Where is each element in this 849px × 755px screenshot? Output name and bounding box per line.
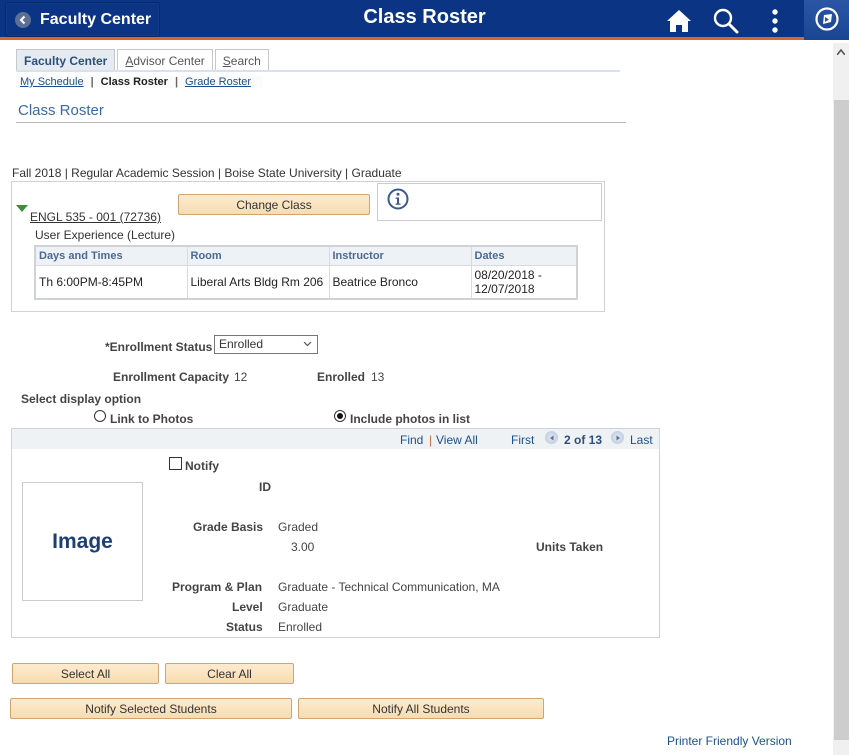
my-schedule-link[interactable]: My Schedule <box>16 76 88 88</box>
first-link[interactable]: First <box>511 433 534 447</box>
current-page-class-roster: Class Roster <box>100 76 168 88</box>
grade-basis-value: Graded <box>278 520 319 534</box>
info-panel <box>377 183 602 221</box>
units-value: 3.00 <box>291 540 315 554</box>
tab-bar: Faculty Center Advisor Center Search <box>16 49 271 71</box>
column-header: Dates <box>470 245 578 266</box>
enrollment-capacity-label: Enrollment Capacity <box>113 370 230 384</box>
section-title: Class Roster <box>18 102 104 119</box>
grade-roster-link[interactable]: Grade Roster <box>181 76 255 88</box>
enrolled-value: 13 <box>371 370 385 384</box>
separator: | <box>429 433 433 447</box>
term-info: Fall 2018 | Regular Academic Session | B… <box>12 166 402 180</box>
table-row: Th 6:00PM-8:45PM Liberal Arts Bldg Rm 20… <box>34 264 578 300</box>
enrollment-capacity-value: 12 <box>234 370 248 384</box>
chevron-left-icon <box>15 11 31 28</box>
search-icon[interactable] <box>713 8 739 34</box>
display-option-label: Select display option <box>21 392 142 406</box>
scrollbar-thumb[interactable] <box>834 100 849 740</box>
notify-selected-button[interactable]: Notify Selected Students <box>10 698 292 719</box>
info-icon[interactable] <box>387 188 409 213</box>
separator: | <box>174 76 179 88</box>
photo-placeholder-text: Image <box>52 529 113 553</box>
enrollment-status-label: *Enrollment Status <box>105 340 213 354</box>
enrolled-label: Enrolled <box>317 370 366 384</box>
days-times-cell: Th 6:00PM-8:45PM <box>34 264 188 300</box>
navbar-compass-icon <box>814 6 840 35</box>
tab-label: Faculty Center <box>24 53 108 68</box>
grid-navigation-bar: Find | View All First 2 of 13 Last <box>12 429 659 449</box>
tab-label: Advisor Center <box>125 53 205 68</box>
column-header: Instructor <box>328 245 472 266</box>
notify-checkbox[interactable] <box>169 457 182 470</box>
section-divider <box>16 122 626 123</box>
student-photo: Image <box>22 482 143 601</box>
status-label: Status <box>226 620 263 634</box>
level-label: Level <box>232 600 263 614</box>
column-header: Room <box>186 245 330 266</box>
enrollment-status-select[interactable]: Enrolled <box>214 335 318 354</box>
scroll-up-arrow-icon[interactable] <box>833 43 849 61</box>
program-plan-value: Graduate - Technical Communication, MA <box>278 580 500 594</box>
tab-advisor-center[interactable]: Advisor Center <box>117 49 213 71</box>
chevron-down-icon <box>303 337 312 354</box>
tab-faculty-center[interactable]: Faculty Center <box>16 49 116 71</box>
previous-arrow-icon[interactable] <box>545 431 558 444</box>
home-icon[interactable] <box>666 8 692 34</box>
printer-friendly-link[interactable]: Printer Friendly Version <box>667 734 792 748</box>
collapse-triangle-icon[interactable] <box>16 205 28 212</box>
radio-include-photos[interactable] <box>334 410 346 422</box>
id-label: ID <box>259 480 271 494</box>
more-vertical-icon[interactable] <box>762 8 788 34</box>
navbar-button[interactable] <box>804 0 849 40</box>
status-value: Enrolled <box>278 620 323 634</box>
back-button[interactable]: Faculty Center <box>5 2 160 37</box>
radio-label: Link to Photos <box>110 412 194 426</box>
dates-cell: 08/20/2018 - 12/07/2018 <box>470 264 578 300</box>
meeting-table: Days and Times Room Instructor Dates Th … <box>34 245 578 300</box>
separator: | <box>90 76 94 88</box>
clear-all-button[interactable]: Clear All <box>165 663 294 684</box>
table-header-row: Days and Times Room Instructor Dates <box>34 245 578 266</box>
tab-label: Search <box>222 53 261 68</box>
change-class-button[interactable]: Change Class <box>178 194 370 215</box>
level-value: Graduate <box>278 600 329 614</box>
sub-navigation: My Schedule | Class Roster | Grade Roste… <box>16 76 264 88</box>
vertical-scrollbar[interactable] <box>833 43 849 755</box>
view-all-link[interactable]: View All <box>436 433 478 447</box>
select-all-button[interactable]: Select All <box>12 663 159 684</box>
radio-link-to-photos[interactable] <box>94 410 106 422</box>
notify-label: Notify <box>185 459 219 473</box>
top-banner: Faculty Center Class Roster <box>0 0 849 40</box>
page-position: 2 of 13 <box>564 433 603 447</box>
notify-all-button[interactable]: Notify All Students <box>298 698 544 719</box>
radio-label: Include photos in list <box>350 412 470 426</box>
room-cell: Liberal Arts Bldg Rm 206 <box>186 264 330 300</box>
selected-value: Enrolled <box>219 337 264 351</box>
grade-basis-label: Grade Basis <box>193 520 264 534</box>
class-description: User Experience (Lecture) <box>35 228 176 242</box>
class-section-link[interactable]: ENGL 535 - 001 (72736) <box>30 210 161 224</box>
next-arrow-icon[interactable] <box>611 431 624 444</box>
last-link[interactable]: Last <box>630 433 653 447</box>
instructor-cell: Beatrice Bronco <box>328 264 472 300</box>
tab-underline <box>16 70 620 72</box>
find-link[interactable]: Find <box>400 433 423 447</box>
tab-search[interactable]: Search <box>214 49 269 71</box>
column-header: Days and Times <box>34 245 188 266</box>
units-taken-label: Units Taken <box>536 540 604 554</box>
program-plan-label: Program & Plan <box>172 580 263 594</box>
back-button-label: Faculty Center <box>40 10 152 28</box>
